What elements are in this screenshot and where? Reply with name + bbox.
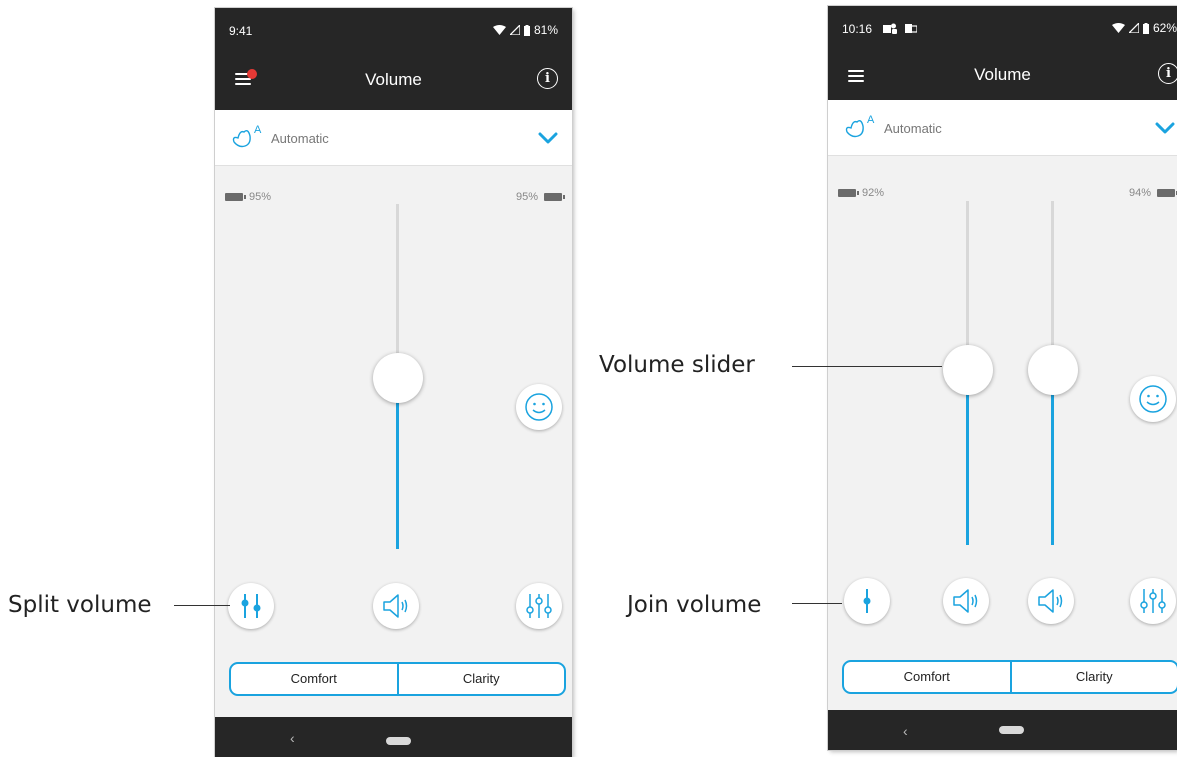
- callout-split-volume: Split volume: [8, 592, 152, 618]
- automatic-program-icon: A: [845, 114, 875, 138]
- clarity-button[interactable]: Clarity: [1012, 662, 1177, 692]
- status-icons: 81%: [492, 23, 558, 37]
- right-battery-value: 94%: [1128, 187, 1151, 199]
- chevron-down-icon[interactable]: [538, 131, 558, 145]
- volume-slider-fill: [396, 398, 399, 549]
- back-icon[interactable]: ‹: [903, 723, 908, 739]
- home-pill[interactable]: [999, 726, 1024, 734]
- left-battery-value: 95%: [249, 191, 272, 203]
- program-label: Automatic: [884, 121, 942, 136]
- speaker-icon: [383, 594, 408, 618]
- mood-button[interactable]: [1130, 376, 1176, 422]
- callout-line-split-volume: [174, 605, 230, 606]
- signal-icon: [509, 25, 520, 35]
- status-time-value: 10:16: [842, 22, 873, 36]
- signal-icon: [1128, 23, 1139, 33]
- battery-status-icon: [523, 24, 530, 36]
- battery-icon: [544, 193, 565, 201]
- right-hearing-aid-battery: 94%: [1128, 187, 1177, 199]
- equalizer-button[interactable]: [516, 583, 562, 629]
- comfort-button[interactable]: Comfort: [844, 662, 1012, 692]
- status-bar: 9:41 81%: [215, 8, 572, 50]
- speaker-button[interactable]: [373, 583, 419, 629]
- program-selector[interactable]: A Automatic: [215, 110, 572, 166]
- battery-icon: [838, 189, 859, 197]
- smiley-icon: [525, 393, 553, 421]
- battery-icon: [1157, 189, 1177, 197]
- split-sliders-icon: [241, 594, 261, 618]
- battery-icon: [225, 193, 246, 201]
- page-title: Volume: [365, 70, 422, 89]
- callout-volume-slider: Volume slider: [599, 352, 755, 378]
- app-bar: Volume i: [828, 48, 1177, 100]
- back-icon[interactable]: ‹: [290, 730, 295, 746]
- wifi-icon: [492, 25, 506, 35]
- split-volume-button[interactable]: [228, 583, 274, 629]
- left-battery-value: 92%: [862, 187, 885, 199]
- right-battery-value: 95%: [515, 191, 538, 203]
- comfort-button[interactable]: Comfort: [231, 664, 399, 694]
- join-volume-button[interactable]: [844, 578, 890, 624]
- left-phone: 9:41 81% Volume i A Automatic 95% 95% Co…: [215, 8, 572, 757]
- right-phone: 10:16 62% Volume i A Automatic 92% 94% C…: [828, 6, 1177, 750]
- join-slider-icon: [863, 589, 871, 613]
- right-volume-slider-knob[interactable]: [1028, 345, 1078, 395]
- status-bar: 10:16 62%: [828, 6, 1177, 48]
- right-volume-slider-fill: [1051, 391, 1054, 545]
- callout-line-volume-slider: [792, 366, 942, 367]
- system-nav-bar: ‹: [215, 717, 572, 757]
- app-bar: Volume i: [215, 50, 572, 110]
- clarity-button[interactable]: Clarity: [399, 664, 565, 694]
- volume-slider-knob[interactable]: [373, 353, 423, 403]
- right-hearing-aid-battery: 95%: [515, 191, 565, 203]
- status-battery: 62%: [1152, 21, 1177, 35]
- program-label: Automatic: [271, 131, 329, 146]
- home-pill[interactable]: [386, 737, 411, 745]
- left-speaker-button[interactable]: [943, 578, 989, 624]
- mood-button[interactable]: [516, 384, 562, 430]
- system-nav-bar: ‹: [828, 710, 1177, 750]
- teams-notification-icon: [883, 23, 898, 34]
- callout-join-volume: Join volume: [627, 592, 762, 618]
- left-volume-slider-fill: [966, 391, 969, 545]
- sound-mode-toggle: Comfort Clarity: [229, 662, 566, 696]
- automatic-program-icon: A: [232, 124, 262, 148]
- left-volume-slider-knob[interactable]: [943, 345, 993, 395]
- chevron-down-icon[interactable]: [1155, 121, 1175, 135]
- svg-text:A: A: [867, 114, 875, 126]
- battery-status-icon: [1142, 22, 1149, 34]
- left-hearing-aid-battery: 95%: [225, 191, 271, 203]
- info-icon[interactable]: i: [1158, 63, 1177, 84]
- info-icon[interactable]: i: [537, 68, 558, 89]
- status-icons: 62%: [1111, 21, 1177, 35]
- status-time: 10:16: [842, 22, 918, 36]
- status-battery: 81%: [533, 23, 558, 37]
- callout-line-join-volume: [792, 603, 842, 604]
- equalizer-button[interactable]: [1130, 578, 1176, 624]
- speaker-icon: [1038, 589, 1063, 613]
- program-selector[interactable]: A Automatic: [828, 100, 1177, 156]
- left-hearing-aid-battery: 92%: [838, 187, 884, 199]
- speaker-icon: [953, 589, 978, 613]
- status-time: 9:41: [229, 24, 253, 38]
- wifi-icon: [1111, 23, 1125, 33]
- sound-mode-toggle: Comfort Clarity: [842, 660, 1177, 694]
- outlook-notification-icon: [904, 24, 918, 33]
- svg-text:A: A: [254, 124, 262, 136]
- right-speaker-button[interactable]: [1028, 578, 1074, 624]
- equalizer-icon: [1140, 589, 1166, 613]
- smiley-icon: [1139, 385, 1167, 413]
- equalizer-icon: [526, 594, 552, 618]
- page-title: Volume: [974, 65, 1031, 84]
